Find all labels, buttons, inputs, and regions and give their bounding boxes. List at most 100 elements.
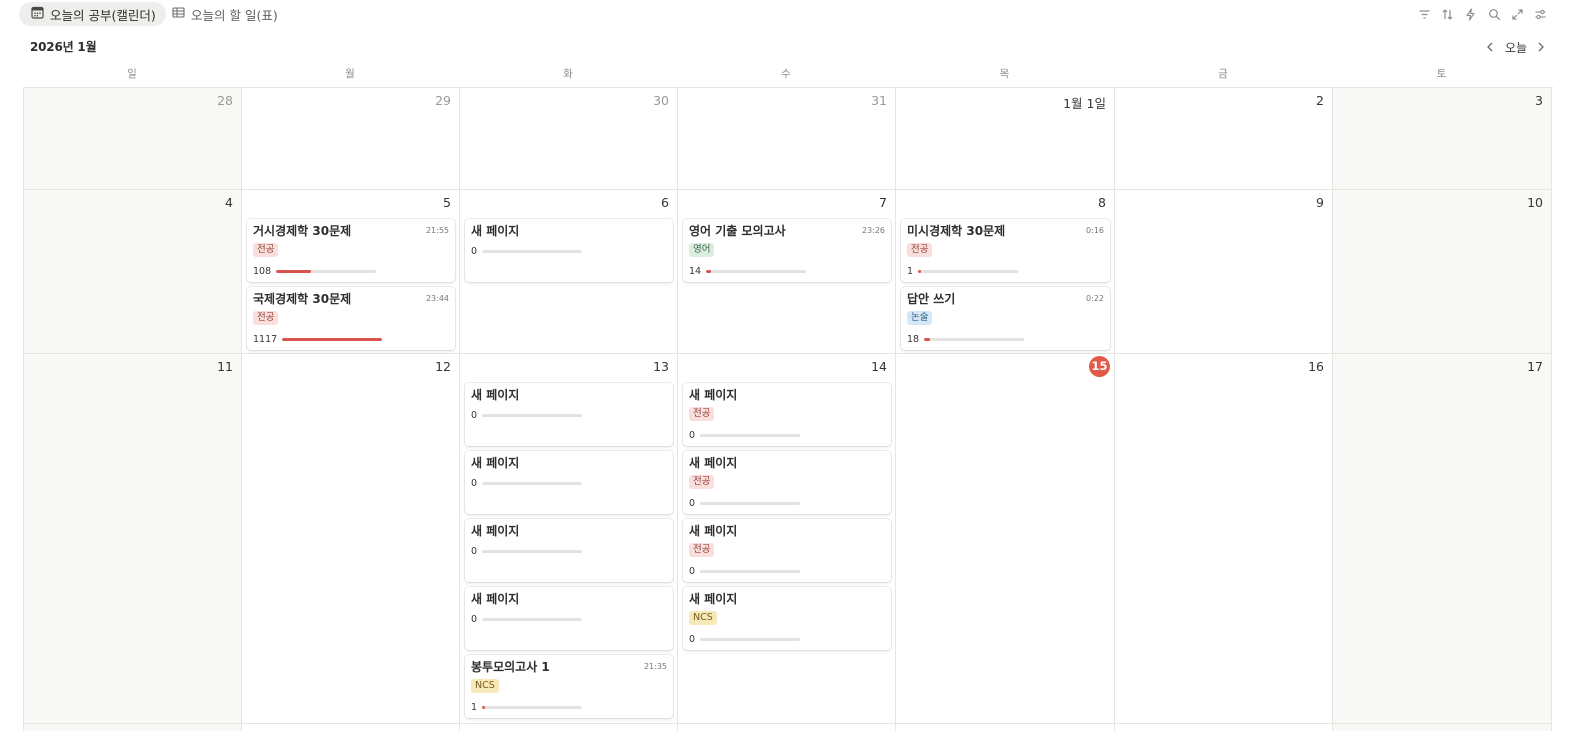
progress-value: 0 (689, 565, 696, 577)
day-cell[interactable]: 6 새 페이지 0 (460, 190, 678, 354)
progress-bar (482, 413, 583, 417)
day-cell[interactable]: 13 새 페이지 0 새 페이지 0 새 페이지 0 새 페이지 0 봉투모의고사 1 21:35 N… (460, 354, 678, 724)
day-cell[interactable] (460, 724, 678, 731)
event-card[interactable]: 거시경제학 30문제 21:55 전공 108 (247, 219, 455, 282)
progress-bar (700, 569, 801, 573)
progress-value: 0 (689, 633, 696, 645)
settings-icon[interactable] (1532, 6, 1548, 22)
view-tabs-bar: 오늘의 공부(캘린더) 오늘의 할 일(표) (0, 0, 1574, 28)
progress-value: 0 (471, 477, 478, 489)
day-number: 7 (879, 195, 887, 210)
event-title: 미시경제학 30문제 (907, 224, 1006, 238)
subject-tag: 논술 (907, 311, 933, 325)
subject-tag: 전공 (689, 475, 715, 489)
progress-row: 0 (689, 565, 801, 577)
day-cell[interactable] (1333, 724, 1552, 731)
progress-row: 0 (689, 497, 801, 509)
day-cell[interactable]: 10 (1333, 190, 1552, 354)
day-number: 10 (1527, 195, 1543, 210)
filter-icon[interactable] (1416, 6, 1432, 22)
progress-bar (482, 617, 583, 621)
event-card[interactable]: 새 페이지 전공 0 (683, 519, 891, 582)
day-cell[interactable]: 16 (1115, 354, 1333, 724)
event-card[interactable]: 새 페이지 NCS 0 (683, 587, 891, 650)
event-title: 새 페이지 (471, 592, 520, 606)
day-cell[interactable]: 17 (1333, 354, 1552, 724)
day-cell[interactable]: 8 미시경제학 30문제 0:16 전공 1 답안 쓰기 0:22 논술 18 (896, 190, 1115, 354)
progress-bar-fill (482, 705, 486, 709)
event-title: 새 페이지 (689, 592, 738, 606)
day-cell[interactable]: 29 (242, 88, 460, 190)
day-cell[interactable]: 30 (460, 88, 678, 190)
event-card[interactable]: 새 페이지 0 (465, 383, 673, 446)
weekday-label: 수 (781, 68, 791, 80)
day-cell[interactable]: 12 (242, 354, 460, 724)
event-card[interactable]: 새 페이지 0 (465, 451, 673, 514)
progress-bar (706, 269, 807, 273)
event-card[interactable]: 새 페이지 전공 0 (683, 383, 891, 446)
automation-icon[interactable] (1462, 6, 1478, 22)
day-cell[interactable] (896, 724, 1115, 731)
progress-bar (482, 481, 583, 485)
day-cell[interactable] (678, 724, 896, 731)
progress-value: 108 (253, 265, 272, 277)
day-cell[interactable]: 9 (1115, 190, 1333, 354)
search-icon[interactable] (1486, 6, 1502, 22)
day-cell[interactable]: 31 (678, 88, 896, 190)
calendar-icon (31, 6, 44, 22)
subject-tag: 전공 (907, 243, 933, 257)
event-card[interactable]: 새 페이지 전공 0 (683, 451, 891, 514)
day-cell[interactable]: 15 (896, 354, 1115, 724)
subject-tag: NCS (471, 679, 499, 693)
progress-row: 0 (689, 633, 801, 645)
next-month-button[interactable] (1535, 38, 1547, 56)
event-card[interactable]: 미시경제학 30문제 0:16 전공 1 (901, 219, 1110, 282)
event-card[interactable]: 새 페이지 0 (465, 519, 673, 582)
day-cell[interactable] (242, 724, 460, 731)
expand-icon[interactable] (1509, 6, 1525, 22)
event-card[interactable]: 새 페이지 0 (465, 219, 673, 282)
day-cell[interactable]: 3 (1333, 88, 1552, 190)
progress-bar (482, 549, 583, 553)
day-cell[interactable]: 14 새 페이지 전공 0 새 페이지 전공 0 새 페이지 전공 0 새 페이지 NCS 0 (678, 354, 896, 724)
sort-icon[interactable] (1439, 6, 1455, 22)
progress-row: 0 (471, 409, 583, 421)
tab-calendar-view[interactable]: 오늘의 공부(캘린더) (19, 2, 166, 26)
progress-bar (700, 637, 801, 641)
day-number: 16 (1308, 359, 1324, 374)
day-cell[interactable] (24, 724, 242, 731)
progress-row: 0 (689, 429, 801, 441)
event-card[interactable]: 국제경제학 30문제 23:44 전공 1117 (247, 287, 455, 350)
event-time: 23:44 (425, 294, 449, 303)
event-card[interactable]: 답안 쓰기 0:22 논술 18 (901, 287, 1110, 350)
day-cell[interactable]: 4 (24, 190, 242, 354)
day-number: 3 (1535, 93, 1543, 108)
day-cell[interactable] (1115, 724, 1333, 731)
progress-value: 14 (689, 265, 702, 277)
event-title: 국제경제학 30문제 (253, 292, 352, 306)
progress-value: 0 (471, 245, 478, 257)
event-title: 봉투모의고사 1 (471, 660, 550, 674)
day-number: 6 (661, 195, 669, 210)
progress-row: 18 (907, 333, 1025, 345)
progress-bar (700, 433, 801, 437)
day-cell[interactable]: 28 (24, 88, 242, 190)
tab-table-view[interactable]: 오늘의 할 일(표) (160, 2, 288, 26)
day-cell[interactable]: 2 (1115, 88, 1333, 190)
day-cell[interactable]: 5 거시경제학 30문제 21:55 전공 108 국제경제학 30문제 23:44 전공 11… (242, 190, 460, 354)
progress-bar (700, 501, 801, 505)
progress-value: 0 (689, 497, 696, 509)
prev-month-button[interactable] (1484, 38, 1496, 56)
today-button[interactable]: 오늘 (1505, 38, 1527, 56)
day-number: 13 (653, 359, 669, 374)
event-card[interactable]: 영어 기출 모의고사 23:26 영어 14 (683, 219, 891, 282)
day-cell[interactable]: 11 (24, 354, 242, 724)
event-card[interactable]: 봉투모의고사 1 21:35 NCS 1 (465, 655, 673, 718)
weekday-label: 목 (999, 68, 1010, 80)
day-number: 11 (217, 359, 233, 374)
event-title: 새 페이지 (471, 224, 520, 238)
day-cell[interactable]: 7 영어 기출 모의고사 23:26 영어 14 (678, 190, 896, 354)
event-card[interactable]: 새 페이지 0 (465, 587, 673, 650)
day-cell[interactable]: 1월 1일 (896, 88, 1115, 190)
progress-bar (482, 249, 583, 253)
